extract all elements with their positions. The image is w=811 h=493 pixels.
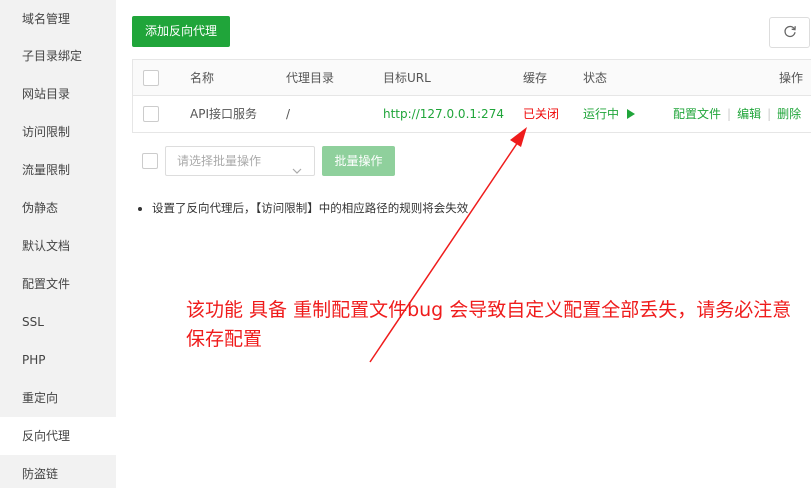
header-target-url: 目标URL (383, 71, 431, 85)
header-status: 状态 (583, 71, 608, 85)
sidebar-item-site-dir[interactable]: 网站目录 (0, 75, 116, 113)
tip-text: 设置了反向代理后，【访问限制】中的相应路径的规则将会失效 (138, 200, 468, 216)
add-reverse-proxy-button[interactable]: 添加反向代理 (132, 16, 230, 47)
sidebar-item-hotlink[interactable]: 防盗链 (0, 455, 116, 493)
row-name: API接口服务 (190, 107, 257, 121)
annotation-warning-text: 该功能 具备 重制配置文件bug 会导致自定义配置全部丢失，请务必注意保存配置 (186, 299, 792, 350)
sidebar-item-php[interactable]: PHP (0, 341, 116, 379)
sidebar-item-reverse-proxy[interactable]: 反向代理 (0, 417, 116, 455)
header-ops: 操作 (779, 71, 804, 85)
row-status-toggle[interactable]: 运行中 (583, 96, 635, 132)
select-all-checkbox[interactable] (143, 70, 159, 86)
row-checkbox[interactable] (143, 106, 159, 122)
sidebar-item-config-file[interactable]: 配置文件 (0, 265, 116, 303)
sidebar-item-access-limit[interactable]: 访问限制 (0, 113, 116, 151)
sidebar-item-ssl[interactable]: SSL (0, 303, 116, 341)
sidebar-item-subdir[interactable]: 子目录绑定 (0, 37, 116, 75)
header-proxy-dir: 代理目录 (286, 71, 335, 85)
table-row: API接口服务 / http://127.0.0.1:274 已关闭 运行中 配… (133, 96, 811, 132)
row-status-label: 运行中 (583, 107, 620, 121)
row-ops: 配置文件 | 编辑 | 删除 (673, 107, 802, 121)
header-name: 名称 (190, 71, 215, 85)
batch-select-placeholder: 请选择批量操作 (177, 154, 262, 168)
batch-select[interactable]: 请选择批量操作 (165, 146, 315, 176)
chevron-down-icon (292, 157, 302, 185)
refresh-button[interactable] (769, 17, 810, 48)
sidebar-item-domain[interactable]: 域名管理 (0, 0, 116, 38)
play-icon (626, 109, 635, 119)
sidebar-item-redirect[interactable]: 重定向 (0, 379, 116, 417)
header-cache: 缓存 (523, 71, 548, 85)
batch-checkbox[interactable] (142, 153, 158, 169)
row-proxy-dir: / (286, 107, 291, 121)
table-header: 名称 代理目录 目标URL 缓存 状态 操作 (133, 60, 811, 96)
sidebar: 域名管理 子目录绑定 网站目录 访问限制 流量限制 伪静态 默认文档 配置文件 … (0, 0, 116, 488)
proxy-table: 名称 代理目录 目标URL 缓存 状态 操作 API接口服务 / http://… (132, 59, 811, 133)
batch-action-button[interactable]: 批量操作 (322, 146, 395, 176)
delete-link[interactable]: 删除 (777, 107, 801, 121)
main-panel: 添加反向代理 名称 代理目录 目标URL 缓存 状态 操作 API接口服务 / … (116, 0, 811, 488)
sidebar-item-rewrite[interactable]: 伪静态 (0, 189, 116, 227)
edit-link[interactable]: 编辑 (737, 107, 761, 121)
tip-label: 设置了反向代理后，【访问限制】中的相应路径的规则将会失效 (152, 201, 469, 215)
row-target-url: http://127.0.0.1:274 (383, 107, 504, 121)
row-cache-status[interactable]: 已关闭 (523, 96, 559, 132)
refresh-icon (783, 24, 797, 41)
config-file-link[interactable]: 配置文件 (673, 107, 721, 121)
bullet-icon (138, 206, 142, 211)
sidebar-item-default-doc[interactable]: 默认文档 (0, 227, 116, 265)
sidebar-item-traffic-limit[interactable]: 流量限制 (0, 151, 116, 189)
